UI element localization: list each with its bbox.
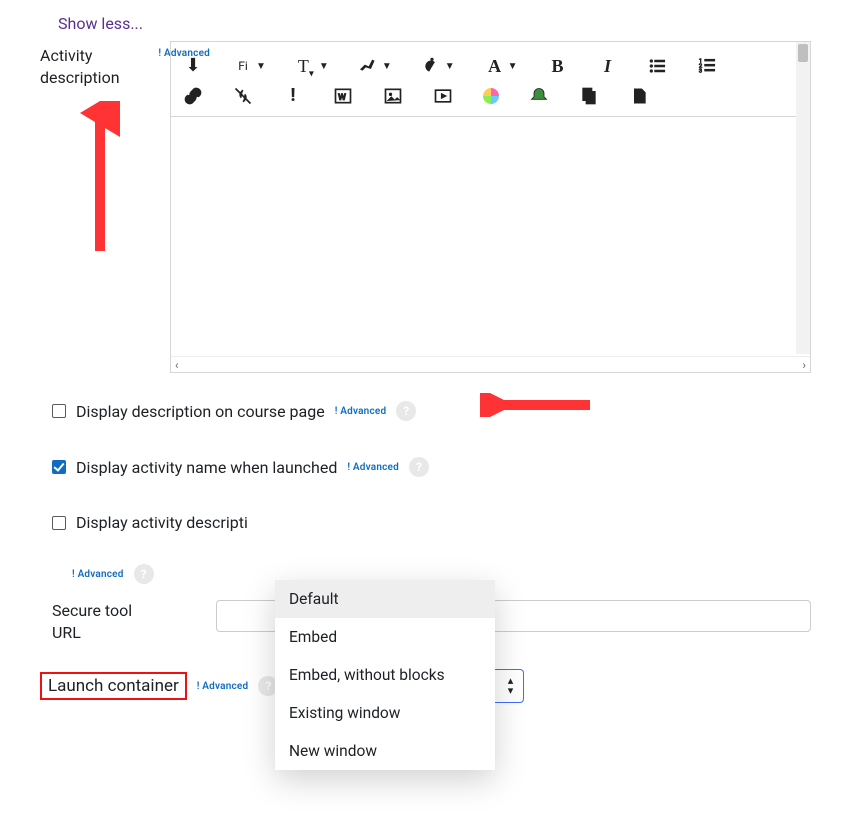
display-activity-name-checkbox[interactable] bbox=[52, 460, 66, 474]
launch-container-dropdown: Default Embed Embed, without blocks Exis… bbox=[275, 580, 495, 770]
display-on-course-page-label: Display description on course page bbox=[76, 402, 325, 421]
warning-button[interactable]: ! bbox=[283, 86, 303, 106]
link-button[interactable] bbox=[183, 86, 203, 106]
display-activity-name-label: Display activity name when launched bbox=[76, 458, 337, 477]
display-on-course-page-checkbox[interactable] bbox=[52, 404, 66, 418]
help-icon[interactable]: ? bbox=[409, 457, 429, 477]
highlight-color-button[interactable]: ▼ bbox=[359, 56, 392, 76]
annotation-arrow-up bbox=[80, 101, 120, 261]
font-size-button[interactable]: T▾▼ bbox=[296, 56, 329, 76]
advanced-badge: Advanced bbox=[347, 462, 399, 473]
advanced-badge: Advanced bbox=[72, 569, 124, 580]
svg-text:W: W bbox=[338, 93, 346, 103]
editor-content-area[interactable] bbox=[171, 116, 810, 356]
annotation-arrow-left bbox=[480, 393, 600, 417]
image-button[interactable] bbox=[383, 86, 403, 106]
unlink-button[interactable] bbox=[233, 86, 253, 106]
display-activity-desc-row: Display activity descripti bbox=[40, 495, 811, 550]
toggle-toolbar-button[interactable]: ⬇ bbox=[183, 56, 203, 76]
launch-container-label: Launch container bbox=[40, 672, 187, 700]
secure-tool-url-label: Secure tool URL bbox=[52, 601, 132, 642]
advanced-badge: Advanced bbox=[197, 681, 249, 692]
svg-text:3: 3 bbox=[698, 69, 701, 75]
bullet-list-button[interactable] bbox=[648, 56, 668, 76]
select-arrows-icon: ▴▾ bbox=[508, 676, 514, 696]
label-text: Activity description bbox=[40, 46, 120, 87]
accessibility-button[interactable]: ▼ bbox=[422, 56, 455, 76]
media-button[interactable] bbox=[433, 86, 453, 106]
vertical-scrollbar[interactable] bbox=[796, 42, 810, 354]
bold-button[interactable]: B bbox=[548, 56, 568, 76]
dropdown-option-embed[interactable]: Embed bbox=[275, 618, 495, 656]
rich-text-editor[interactable]: ⬇ Fi▼ T▾▼ ▼ ▼ A▼ B I 123 bbox=[170, 41, 811, 373]
advanced-badge: Advanced bbox=[335, 406, 387, 417]
help-icon[interactable]: ? bbox=[396, 401, 416, 421]
record-button[interactable] bbox=[529, 86, 549, 106]
numbered-list-button[interactable]: 123 bbox=[698, 56, 718, 76]
font-family-button[interactable]: Fi▼ bbox=[233, 56, 266, 76]
activity-description-label: Activity description Advanced bbox=[40, 41, 170, 88]
dropdown-option-new-window[interactable]: New window bbox=[275, 732, 495, 770]
font-color-button[interactable]: A▼ bbox=[485, 56, 518, 76]
horizontal-scrollbar[interactable]: ‹› bbox=[171, 356, 810, 372]
show-less-link[interactable]: Show less... bbox=[40, 10, 811, 41]
dropdown-option-existing-window[interactable]: Existing window bbox=[275, 694, 495, 732]
display-activity-name-row: Display activity name when launched Adva… bbox=[40, 439, 811, 495]
kaltura-button[interactable] bbox=[483, 88, 499, 104]
dropdown-option-embed-no-blocks[interactable]: Embed, without blocks bbox=[275, 656, 495, 694]
manage-files-button[interactable] bbox=[579, 86, 599, 106]
display-activity-desc-checkbox[interactable] bbox=[52, 516, 66, 530]
help-icon[interactable]: ? bbox=[134, 564, 154, 584]
display-activity-desc-label: Display activity descripti bbox=[76, 513, 248, 532]
paste-button[interactable] bbox=[629, 86, 649, 106]
editor-toolbar: ⬇ Fi▼ T▾▼ ▼ ▼ A▼ B I 123 bbox=[171, 42, 810, 116]
display-on-course-page-row: Display description on course page Advan… bbox=[40, 383, 811, 439]
dropdown-option-default[interactable]: Default bbox=[275, 580, 495, 618]
word-import-button[interactable]: W bbox=[333, 86, 353, 106]
italic-button[interactable]: I bbox=[598, 56, 618, 76]
